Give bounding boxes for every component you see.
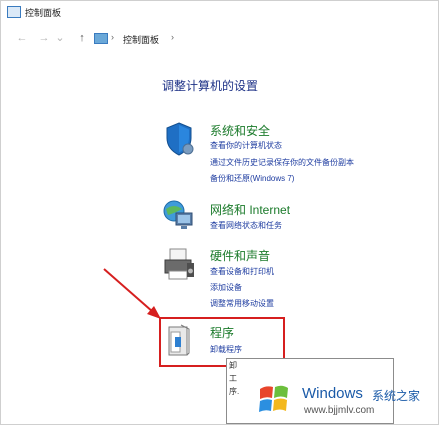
tooltip-line: 卸: [229, 361, 237, 370]
windows-logo-icon: [259, 385, 288, 412]
tooltip-line: 序.: [229, 387, 240, 396]
watermark-brand: Windows: [302, 385, 363, 402]
watermark-brand-cn: 系统之家: [372, 389, 421, 403]
tooltip-line: 工: [229, 374, 237, 383]
tooltip-text: 卸 工 序.: [229, 359, 239, 398]
control-panel-window: 控制面板 ← → ⌄ ↑ › 控制面板 › 调整计算机的设置 系统和安全 查看你…: [0, 0, 439, 425]
watermark-url: www.bjjmlv.com: [304, 405, 375, 416]
